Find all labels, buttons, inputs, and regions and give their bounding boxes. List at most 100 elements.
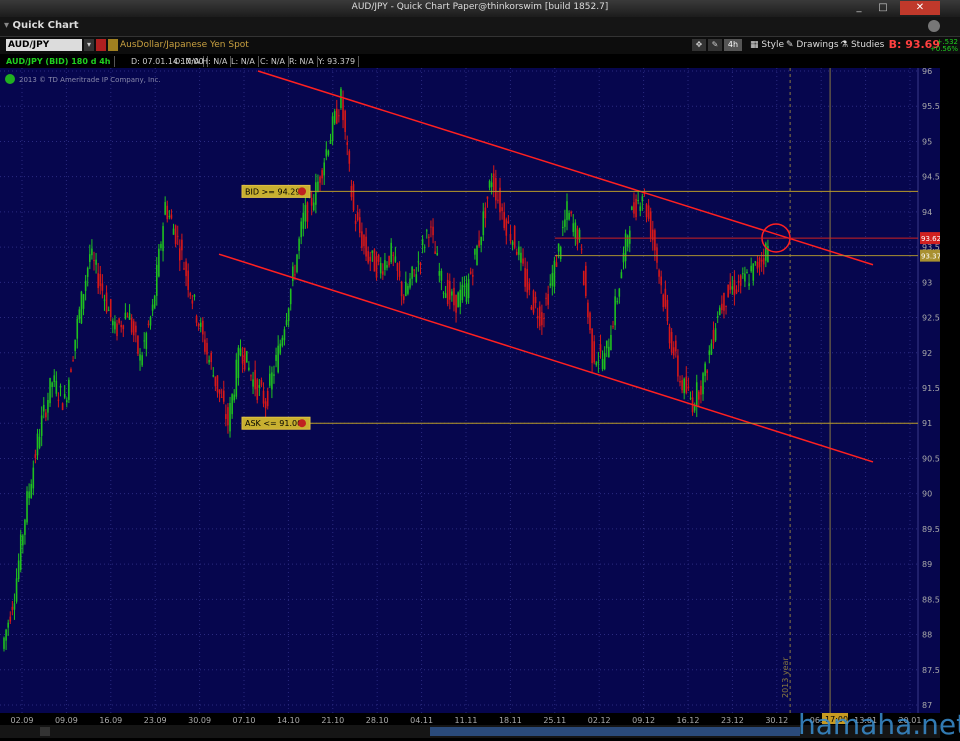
candle-body: [101, 283, 104, 291]
window-titlebar[interactable]: AUD/JPY - Quick Chart Paper@thinkorswim …: [0, 0, 960, 17]
candle-body: [390, 242, 392, 263]
info-icon[interactable]: [108, 39, 118, 51]
candle-body: [315, 182, 317, 205]
candle-body: [187, 270, 189, 290]
low-readout: L: N/A: [228, 56, 259, 67]
candle-body: [727, 284, 729, 298]
candle-body: [536, 316, 539, 319]
candle-body: [312, 202, 315, 211]
candle-body: [421, 239, 424, 245]
candle-body: [235, 359, 238, 397]
candle-body: [482, 211, 485, 236]
alert-remove-icon[interactable]: [298, 419, 306, 428]
candle-body: [172, 228, 175, 235]
candle-body: [11, 606, 14, 611]
candle-body: [710, 343, 713, 355]
watermark: hamaha.net: [798, 708, 960, 741]
candle-body: [739, 275, 742, 286]
close-readout: C: N/A: [257, 56, 289, 67]
x-tick-label: 16.09: [99, 716, 122, 725]
style-button[interactable]: ▦ Style: [750, 39, 784, 51]
candle-body: [216, 375, 219, 393]
candle-body: [635, 198, 637, 218]
restore-button[interactable]: □: [872, 1, 894, 15]
candle-body: [566, 201, 568, 220]
candle-body: [463, 285, 466, 287]
y-tick-label: 91.5: [922, 384, 940, 393]
candle-body: [398, 270, 401, 277]
candle-body: [538, 306, 541, 327]
candle-body: [440, 270, 443, 281]
candle-body: [681, 380, 683, 391]
aggregation-button[interactable]: 4h: [724, 39, 742, 51]
symbol-input[interactable]: AUD/JPY: [6, 39, 82, 51]
candle-body: [248, 367, 250, 371]
candle-body: [419, 262, 422, 265]
candle-body: [245, 351, 248, 363]
x-tick-label: 23.12: [721, 716, 744, 725]
candle-body: [333, 111, 336, 124]
candle-body: [239, 348, 242, 356]
candle-body: [515, 251, 518, 255]
x-tick-label: 30.12: [765, 716, 788, 725]
candle-body: [409, 278, 411, 288]
candle-body: [495, 178, 497, 201]
price-chart[interactable]: 96 95.5 95 94.5 94 93.5 93 92.5 92 91.5 91 90.5 90 89…: [0, 68, 940, 713]
candle-body: [170, 214, 173, 219]
x-tick-label: 21.10: [321, 716, 344, 725]
candle-body: [731, 286, 734, 290]
candle-body: [461, 284, 464, 301]
logo-icon: [5, 74, 15, 84]
candle-body: [706, 370, 709, 374]
scroll-thumb[interactable]: [430, 727, 800, 736]
candle-body: [459, 289, 462, 307]
tab-quick-chart[interactable]: ▾ Quick Chart: [4, 20, 79, 31]
candle-body: [555, 262, 558, 267]
candle-body: [587, 302, 589, 318]
chart-canvas[interactable]: 9695.59594.59493.59392.59291.59190.59089…: [0, 68, 940, 713]
candle-body: [723, 292, 725, 311]
link-icon[interactable]: [96, 39, 106, 51]
alert-remove-icon[interactable]: [298, 187, 306, 196]
candle-body: [631, 206, 633, 211]
candle-body: [685, 376, 688, 393]
candle-body: [417, 261, 420, 263]
candle-body: [708, 350, 711, 355]
settings-icon[interactable]: [928, 20, 940, 32]
candle-body: [469, 271, 472, 274]
candle-body: [15, 578, 18, 602]
candle-body: [89, 254, 91, 262]
candle-body: [179, 248, 181, 261]
x-tick-label: 02.09: [11, 716, 34, 725]
candle-body: [325, 149, 328, 157]
chart-toolbar: AUD/JPY ▾ AusDollar/Japanese Yen Spot ✥ …: [0, 37, 960, 54]
studies-button[interactable]: ⚗ Studies: [840, 39, 884, 51]
candle-body: [626, 235, 629, 247]
candle-body: [451, 291, 453, 296]
close-button[interactable]: ✕: [900, 1, 940, 15]
candle-body: [425, 230, 428, 232]
candle-body: [444, 293, 447, 298]
candle-body: [91, 248, 93, 256]
candle-body: [668, 326, 671, 344]
candle-body: [281, 337, 284, 346]
minimize-button[interactable]: _: [848, 1, 870, 15]
candle-body: [296, 254, 298, 273]
candle-body: [338, 115, 340, 117]
y-tick-label: 89.5: [922, 525, 940, 534]
scroll-left-button[interactable]: [40, 727, 50, 736]
candle-body: [562, 226, 564, 229]
drawings-button[interactable]: ✎ Drawings: [786, 39, 839, 51]
candle-body: [453, 287, 455, 306]
symbol-dropdown-icon[interactable]: ▾: [84, 39, 94, 51]
crosshair-icon[interactable]: ✥: [692, 39, 706, 51]
candle-body: [340, 88, 342, 108]
window-title: AUD/JPY - Quick Chart Paper@thinkorswim …: [351, 2, 609, 12]
candle-body: [752, 263, 755, 281]
candle-body: [126, 316, 129, 318]
candle-body: [545, 297, 547, 299]
candle-body: [294, 274, 296, 276]
candle-body: [55, 380, 58, 394]
year-marker-label: 2013 year: [781, 657, 790, 698]
wrench-icon[interactable]: ✎: [708, 39, 722, 51]
